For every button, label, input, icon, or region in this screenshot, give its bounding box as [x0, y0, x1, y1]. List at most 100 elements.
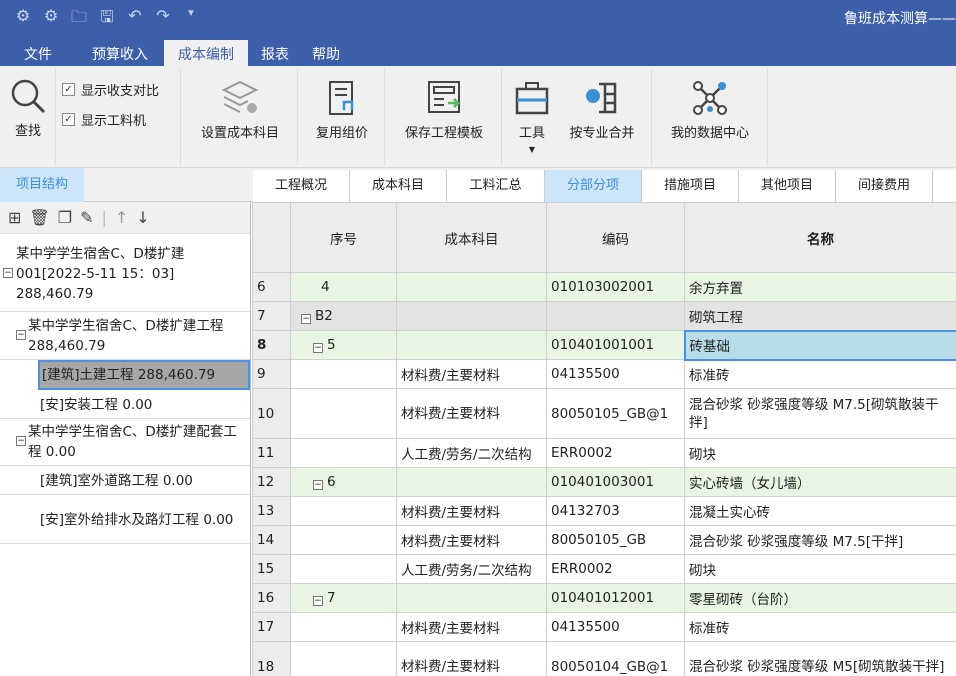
row-number[interactable]: 14	[252, 525, 291, 555]
menu-help[interactable]: 帮助	[302, 40, 350, 66]
tab-other-items[interactable]: 其他项目	[739, 170, 836, 202]
cell-code[interactable]: 010103002001	[546, 272, 685, 302]
cell-code[interactable]: 04132703	[546, 496, 685, 526]
cell-code[interactable]	[546, 301, 685, 331]
cell-seq[interactable]: −7	[290, 583, 397, 613]
cell-seq[interactable]	[290, 525, 397, 555]
tools-dropdown-button[interactable]: 工具 ▼	[508, 78, 556, 154]
column-header-name[interactable]: 名称	[684, 202, 956, 273]
save-icon[interactable]: 🖫	[98, 6, 116, 33]
column-header-code[interactable]: 编码	[546, 202, 685, 273]
show-compare-checkbox[interactable]: ✓ 显示收支对比	[62, 80, 159, 99]
menu-budget-income[interactable]: 预算收入	[76, 40, 164, 66]
save-template-button[interactable]: 保存工程模板	[392, 78, 496, 141]
cell-cost-subject[interactable]: 材料费/主要材料	[396, 525, 547, 555]
cell-seq[interactable]	[290, 641, 397, 676]
row-number[interactable]: 9	[252, 359, 291, 389]
cell-code[interactable]: 80050105_GB	[546, 525, 685, 555]
cell-name[interactable]: 砌块	[684, 438, 956, 468]
tab-overview[interactable]: 工程概况	[253, 170, 350, 202]
row-number[interactable]: 18	[252, 641, 291, 676]
cell-name[interactable]: 混合砂浆 砂浆强度等级 M7.5[砌筑散装干拌]	[684, 388, 956, 439]
row-number[interactable]: 8	[252, 330, 291, 360]
cell-cost-subject[interactable]	[396, 301, 547, 331]
row-number[interactable]: 12	[252, 467, 291, 497]
row-number[interactable]: 7	[252, 301, 291, 331]
delete-icon[interactable]: 🗑	[29, 208, 49, 227]
set-cost-subject-button[interactable]: 设置成本科目	[186, 78, 294, 141]
collapse-icon[interactable]: −	[313, 596, 323, 606]
settings-user-icon[interactable]: ⚙	[42, 6, 60, 33]
table-row[interactable]: 11 人工费/劳务/二次结构 ERR0002 砌块	[252, 438, 956, 468]
find-button[interactable]: 查找	[4, 76, 52, 139]
table-row[interactable]: 10 材料费/主要材料 80050105_GB@1 混合砂浆 砂浆强度等级 M7.5[…	[252, 388, 956, 439]
cell-seq[interactable]	[290, 388, 397, 439]
collapse-icon[interactable]: −	[313, 480, 323, 490]
cell-seq[interactable]	[290, 554, 397, 584]
cell-name[interactable]: 砖基础	[683, 329, 956, 361]
table-row[interactable]: 9 材料费/主要材料 04135500 标准砖	[252, 359, 956, 389]
cell-cost-subject[interactable]	[396, 272, 547, 302]
cell-name[interactable]: 混凝土实心砖	[684, 496, 956, 526]
cell-cost-subject[interactable]	[396, 467, 547, 497]
cell-name[interactable]: 砌筑工程	[684, 301, 956, 331]
table-row[interactable]: 6 4 010103002001 余方弃置	[252, 272, 956, 302]
menu-cost-compile[interactable]: 成本编制	[164, 40, 248, 66]
collapse-icon[interactable]: −	[16, 330, 26, 340]
tab-more[interactable]	[933, 170, 956, 202]
cell-code[interactable]: ERR0002	[546, 554, 685, 584]
collapse-icon[interactable]: −	[313, 343, 323, 353]
undo-icon[interactable]: ↶	[126, 6, 144, 33]
merge-by-major-button[interactable]: 按专业合并	[560, 78, 644, 141]
cell-code[interactable]: 010401001001	[546, 330, 685, 360]
edit-icon[interactable]: ✎	[80, 208, 93, 227]
menu-file[interactable]: 文件	[0, 40, 76, 66]
table-row[interactable]: 13 材料费/主要材料 04132703 混凝土实心砖	[252, 496, 956, 526]
tab-labor-material-summary[interactable]: 工料汇总	[447, 170, 545, 202]
table-row[interactable]: 8−5 010401001001 砖基础	[252, 329, 956, 361]
cell-name[interactable]: 余方弃置	[684, 272, 956, 302]
cell-code[interactable]: 80050104_GB@1	[546, 641, 685, 676]
cell-cost-subject[interactable]: 材料费/主要材料	[396, 388, 547, 439]
row-number[interactable]: 15	[252, 554, 291, 584]
cell-seq[interactable]	[290, 438, 397, 468]
tab-cost-subject[interactable]: 成本科目	[350, 170, 447, 202]
tree-node-ancillary[interactable]: 某中学学生宿舍C、D楼扩建配套工程 0.00	[0, 420, 250, 466]
cell-name[interactable]: 标准砖	[684, 612, 956, 642]
table-row[interactable]: 18 材料费/主要材料 80050104_GB@1 混合砂浆 砂浆强度等级 M5[砌筑…	[252, 641, 956, 676]
tree-node-building[interactable]: 某中学学生宿舍C、D楼扩建工程 288,460.79	[0, 314, 250, 360]
cell-seq[interactable]	[290, 496, 397, 526]
cell-name[interactable]: 标准砖	[684, 359, 956, 389]
cell-cost-subject[interactable]: 人工费/劳务/二次结构	[396, 554, 547, 584]
cell-name[interactable]: 零星砌砖（台阶）	[684, 583, 956, 613]
data-center-button[interactable]: 我的数据中心	[660, 78, 760, 141]
cell-seq[interactable]: − B2	[290, 301, 397, 331]
collapse-icon[interactable]: −	[16, 436, 26, 446]
cell-code[interactable]: 010401012001	[546, 583, 685, 613]
cell-name[interactable]: 实心砖墙（女儿墙）	[684, 467, 956, 497]
cell-cost-subject[interactable]: 人工费/劳务/二次结构	[396, 438, 547, 468]
tree-node-project[interactable]: 某中学学生宿舍C、D楼扩建001[2022-5-11 15：03] 288,46…	[0, 240, 250, 312]
cell-seq[interactable]: −6	[290, 467, 397, 497]
row-number[interactable]: 6	[252, 272, 291, 302]
collapse-icon[interactable]: −	[301, 314, 311, 324]
cell-name[interactable]: 混合砂浆 砂浆强度等级 M7.5[干拌]	[684, 525, 956, 555]
tab-measures[interactable]: 措施项目	[642, 170, 739, 202]
cell-seq[interactable]	[290, 612, 397, 642]
row-number[interactable]: 11	[252, 438, 291, 468]
cell-code[interactable]: 04135500	[546, 359, 685, 389]
tab-indirect-costs[interactable]: 间接费用	[836, 170, 933, 202]
show-lmm-checkbox[interactable]: ✓ 显示工料机	[62, 110, 146, 129]
folder-icon[interactable]: 🗀	[70, 6, 88, 33]
copy-icon[interactable]: ❐	[58, 208, 72, 227]
cell-code[interactable]: 04135500	[546, 612, 685, 642]
cell-seq[interactable]	[290, 359, 397, 389]
settings-plus-icon[interactable]: ⚙	[14, 6, 32, 33]
cell-code[interactable]: ERR0002	[546, 438, 685, 468]
table-row[interactable]: 17 材料费/主要材料 04135500 标准砖	[252, 612, 956, 642]
cell-code[interactable]: 80050105_GB@1	[546, 388, 685, 439]
cell-cost-subject[interactable]	[396, 583, 547, 613]
add-node-icon[interactable]: ⊞	[8, 208, 21, 227]
menu-reports[interactable]: 报表	[248, 40, 302, 66]
cell-code[interactable]: 010401003001	[546, 467, 685, 497]
